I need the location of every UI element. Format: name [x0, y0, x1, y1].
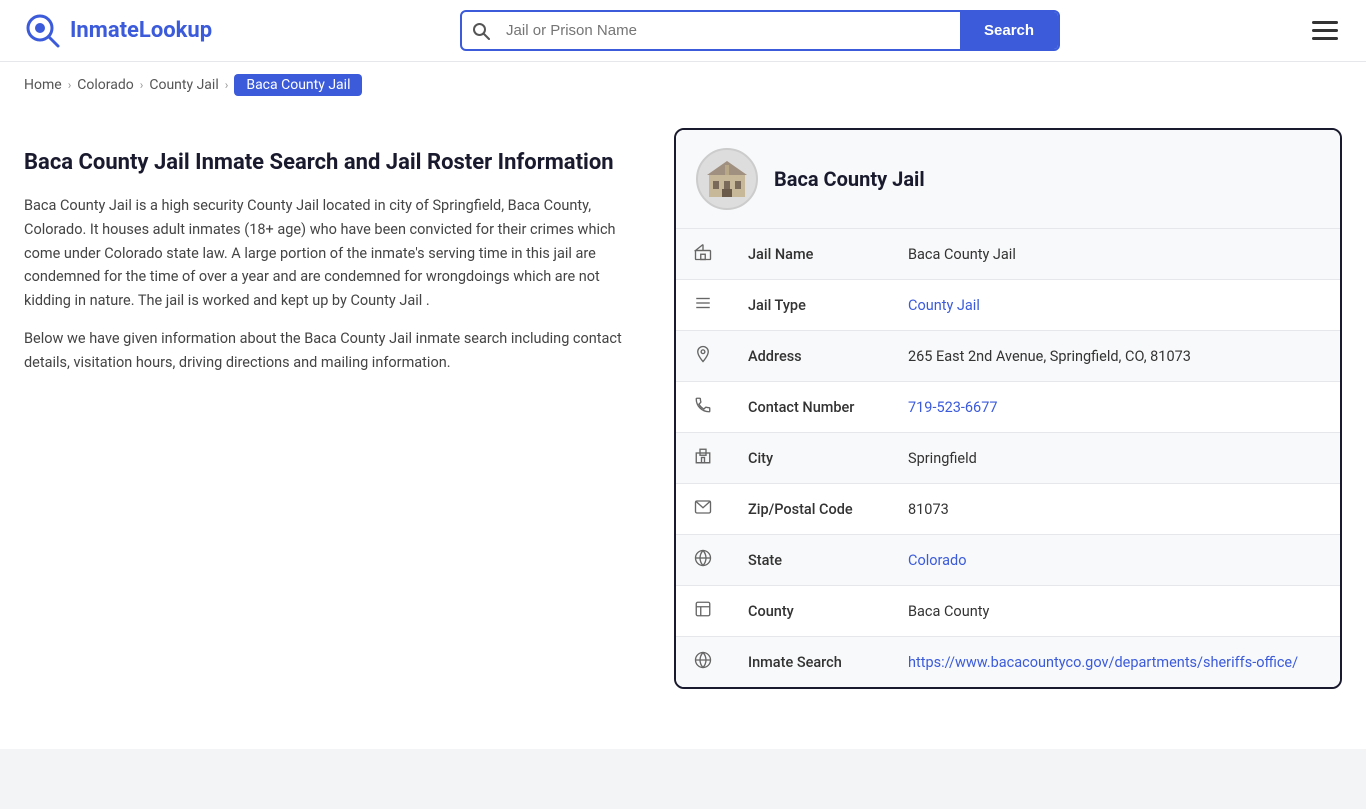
- page-title: Baca County Jail Inmate Search and Jail …: [24, 148, 644, 178]
- table-row: Jail NameBaca County Jail: [676, 229, 1340, 280]
- row-label: Inmate Search: [730, 637, 890, 688]
- row-value[interactable]: Colorado: [890, 535, 1340, 586]
- table-row: Address265 East 2nd Avenue, Springfield,…: [676, 331, 1340, 382]
- list-icon: [676, 280, 730, 331]
- row-value[interactable]: County Jail: [890, 280, 1340, 331]
- row-value: Springfield: [890, 433, 1340, 484]
- description-paragraph-1: Baca County Jail is a high security Coun…: [24, 194, 644, 314]
- jail-card-title: Baca County Jail: [774, 167, 925, 191]
- breadcrumb-state[interactable]: Colorado: [77, 77, 133, 93]
- hamburger-line: [1312, 37, 1338, 40]
- state-icon: [676, 535, 730, 586]
- row-value: Baca County: [890, 586, 1340, 637]
- row-value: Baca County Jail: [890, 229, 1340, 280]
- row-value: 265 East 2nd Avenue, Springfield, CO, 81…: [890, 331, 1340, 382]
- row-label: Zip/Postal Code: [730, 484, 890, 535]
- header: InmateLookup Search: [0, 0, 1366, 62]
- row-label: Jail Name: [730, 229, 890, 280]
- row-label: Contact Number: [730, 382, 890, 433]
- hamburger-line: [1312, 21, 1338, 24]
- hamburger-line: [1312, 29, 1338, 32]
- breadcrumb-type[interactable]: County Jail: [149, 77, 218, 93]
- menu-button[interactable]: [1308, 17, 1342, 44]
- chevron-icon: ›: [68, 78, 72, 92]
- county-icon: [676, 586, 730, 637]
- jail-card: Baca County Jail Jail NameBaca County Ja…: [674, 128, 1342, 689]
- jail-card-header: Baca County Jail: [676, 130, 1340, 229]
- jail-icon: [676, 229, 730, 280]
- left-panel: Baca County Jail Inmate Search and Jail …: [24, 128, 644, 389]
- search-input[interactable]: [500, 12, 960, 49]
- row-value[interactable]: 719-523-6677: [890, 382, 1340, 433]
- info-table: Jail NameBaca County JailJail TypeCounty…: [676, 229, 1340, 687]
- row-label: Jail Type: [730, 280, 890, 331]
- logo-icon: [24, 12, 62, 50]
- city-icon: [676, 433, 730, 484]
- logo-text: InmateLookup: [70, 18, 212, 43]
- table-row: Zip/Postal Code81073: [676, 484, 1340, 535]
- description-paragraph-2: Below we have given information about th…: [24, 327, 644, 375]
- phone-icon: [676, 382, 730, 433]
- chevron-icon: ›: [225, 78, 229, 92]
- breadcrumb-home[interactable]: Home: [24, 77, 62, 93]
- row-value[interactable]: https://www.bacacountyco.gov/departments…: [890, 637, 1340, 688]
- zip-icon: [676, 484, 730, 535]
- table-row: Jail TypeCounty Jail: [676, 280, 1340, 331]
- table-row: StateColorado: [676, 535, 1340, 586]
- table-row: Contact Number719-523-6677: [676, 382, 1340, 433]
- globe-icon: [676, 637, 730, 688]
- table-row: CountyBaca County: [676, 586, 1340, 637]
- main-content: Baca County Jail Inmate Search and Jail …: [0, 108, 1366, 709]
- chevron-icon: ›: [140, 78, 144, 92]
- search-wrapper: Search: [460, 10, 1060, 51]
- logo[interactable]: InmateLookup: [24, 12, 212, 50]
- jail-avatar: [696, 148, 758, 210]
- breadcrumb: Home › Colorado › County Jail › Baca Cou…: [0, 62, 1366, 108]
- row-label: State: [730, 535, 890, 586]
- row-label: County: [730, 586, 890, 637]
- search-button[interactable]: Search: [960, 12, 1058, 49]
- row-label: City: [730, 433, 890, 484]
- row-label: Address: [730, 331, 890, 382]
- search-icon: [462, 22, 500, 40]
- search-area: Search: [460, 10, 1060, 51]
- table-row: Inmate Searchhttps://www.bacacountyco.go…: [676, 637, 1340, 688]
- footer-bar: [0, 749, 1366, 809]
- location-icon: [676, 331, 730, 382]
- breadcrumb-current: Baca County Jail: [234, 74, 362, 96]
- table-row: CitySpringfield: [676, 433, 1340, 484]
- row-value: 81073: [890, 484, 1340, 535]
